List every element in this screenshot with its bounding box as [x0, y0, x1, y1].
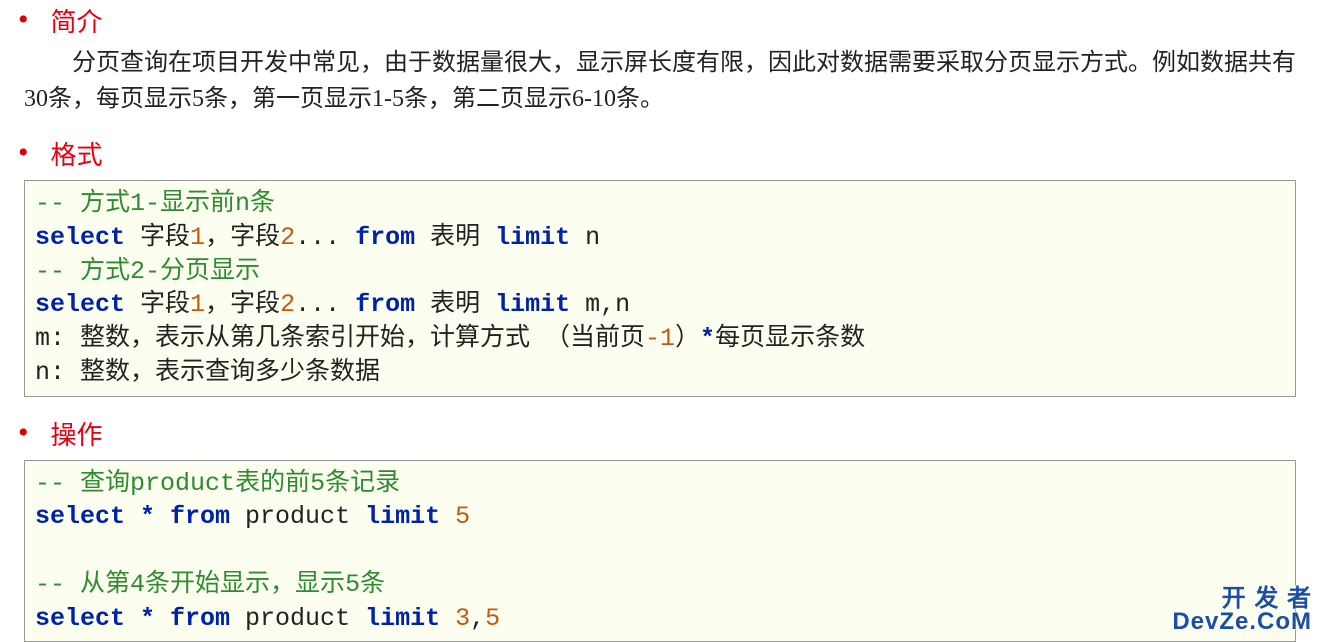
- keyword-select: select: [35, 223, 125, 252]
- bullet-icon: •: [18, 9, 29, 31]
- section-ops-header: • 操作: [18, 415, 1320, 452]
- section-intro-title: 简介: [51, 2, 103, 39]
- keyword-from: from: [355, 223, 415, 252]
- keyword-select: select: [35, 604, 125, 633]
- section-intro-header: • 简介: [18, 2, 1320, 39]
- section-ops-title: 操作: [51, 415, 103, 452]
- format-code-block: -- 方式1-显示前n条 select 字段1，字段2... from 表明 l…: [24, 180, 1296, 397]
- code-note: m: 整数，表示从第几条索引开始，计算方式 （当前页: [35, 324, 645, 353]
- code-text: [125, 223, 140, 252]
- section-format-header: • 格式: [18, 135, 1320, 172]
- code-comment: -- 从第4条开始显示，显示5条: [35, 570, 385, 599]
- ops-code-block: -- 查询product表的前5条记录 select * from produc…: [24, 460, 1296, 642]
- keyword-limit: limit: [495, 290, 570, 319]
- code-comment: -- 方式1-显示前n条: [35, 189, 275, 218]
- keyword-select: select: [35, 290, 125, 319]
- code-comment: -- 方式2-分页显示: [35, 257, 260, 286]
- keyword-limit: limit: [365, 604, 440, 633]
- keyword-select: select: [35, 502, 125, 531]
- section-format-title: 格式: [51, 135, 103, 172]
- code-comment: -- 查询product表的前5条记录: [35, 469, 400, 498]
- bullet-icon: •: [18, 142, 29, 164]
- intro-paragraph: 分页查询在项目开发中常见，由于数据量很大，显示屏长度有限，因此对数据需要采取分页…: [24, 45, 1296, 117]
- keyword-limit: limit: [495, 223, 570, 252]
- code-note: n: 整数，表示查询多少条数据: [35, 358, 380, 387]
- keyword-from: from: [355, 290, 415, 319]
- bullet-icon: •: [18, 422, 29, 444]
- keyword-from: from: [170, 502, 230, 531]
- keyword-from: from: [170, 604, 230, 633]
- keyword-limit: limit: [365, 502, 440, 531]
